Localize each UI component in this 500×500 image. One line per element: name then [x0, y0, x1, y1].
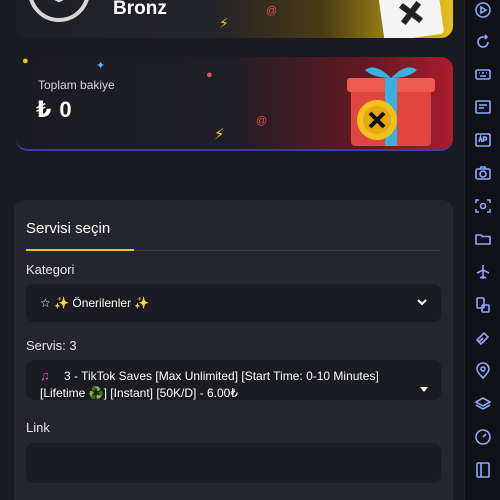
rank-logo-icon [377, 0, 445, 38]
balance-card: ● ✦ ● @ ⚡ Toplam bakiye ₺ 0 [16, 57, 453, 151]
service-select[interactable]: ♫ 3 - TikTok Saves [Max Unlimited] [Star… [26, 360, 441, 400]
category-selected-value: ☆ ✨ Önerilenler ✨ [40, 296, 150, 310]
refresh-icon[interactable] [473, 32, 493, 52]
tab-select-service[interactable]: Servisi seçin [26, 220, 110, 237]
caret-down-icon [420, 387, 428, 392]
coin-red-deco-icon: ● [206, 69, 213, 81]
lightning-deco-icon-2: ⚡ [214, 126, 225, 143]
sparkle-deco-icon: ✦ [96, 60, 106, 72]
gauge-icon[interactable] [473, 427, 493, 447]
layers-icon[interactable] [473, 394, 493, 414]
play-icon[interactable] [473, 0, 493, 20]
eraser-icon[interactable] [473, 328, 493, 348]
lightning-deco-icon: ⚡ [219, 15, 229, 31]
coin-deco-icon: ● [22, 57, 29, 67]
rank-card: Bronz @ ⚡ [16, 0, 453, 38]
at-sign-deco-icon-2: @ [256, 115, 268, 127]
service-selected-line1: 3 - TikTok Saves [Max Unlimited] [Start … [64, 369, 379, 383]
camera-icon[interactable] [473, 163, 493, 183]
link-label: Link [26, 420, 50, 435]
service-panel: Servisi seçin Kategori ☆ ✨ Önerilenler ✨… [14, 200, 453, 500]
keyboard-icon[interactable] [473, 64, 493, 84]
link-input[interactable] [26, 443, 441, 483]
at-sign-deco-icon: @ [266, 5, 278, 17]
airplane-icon[interactable] [473, 262, 493, 282]
tab-divider [134, 250, 441, 251]
emulator-sidebar [464, 0, 500, 500]
service-selected-line2: [Lifetime ♻️] [Instant] [50K/D] - 6.00₺ [40, 386, 238, 400]
location-icon[interactable] [473, 361, 493, 381]
balance-value: ₺ 0 [36, 97, 73, 122]
rank-badge-icon [28, 0, 90, 22]
rank-name: Bronz [113, 0, 167, 19]
sidebar-toggle-icon[interactable] [473, 460, 493, 480]
screen-record-icon[interactable] [473, 196, 493, 216]
chevron-down-icon [417, 299, 427, 306]
screenshot-icon[interactable] [473, 97, 493, 117]
tab-active-indicator [26, 249, 134, 251]
service-label: Servis: 3 [26, 338, 77, 353]
category-label: Kategori [26, 262, 75, 277]
balance-label: Toplam bakiye [38, 78, 115, 92]
multi-window-icon[interactable] [473, 295, 493, 315]
category-select[interactable]: ☆ ✨ Önerilenler ✨ [26, 284, 441, 322]
folder-icon[interactable] [473, 229, 493, 249]
apk-icon[interactable] [473, 130, 493, 150]
music-note-icon: ♫ [40, 368, 50, 383]
main-content: Bronz @ ⚡ ● ✦ ● @ ⚡ Toplam bakiye ₺ 0 Se… [0, 0, 464, 500]
gift-box-icon [347, 67, 435, 146]
